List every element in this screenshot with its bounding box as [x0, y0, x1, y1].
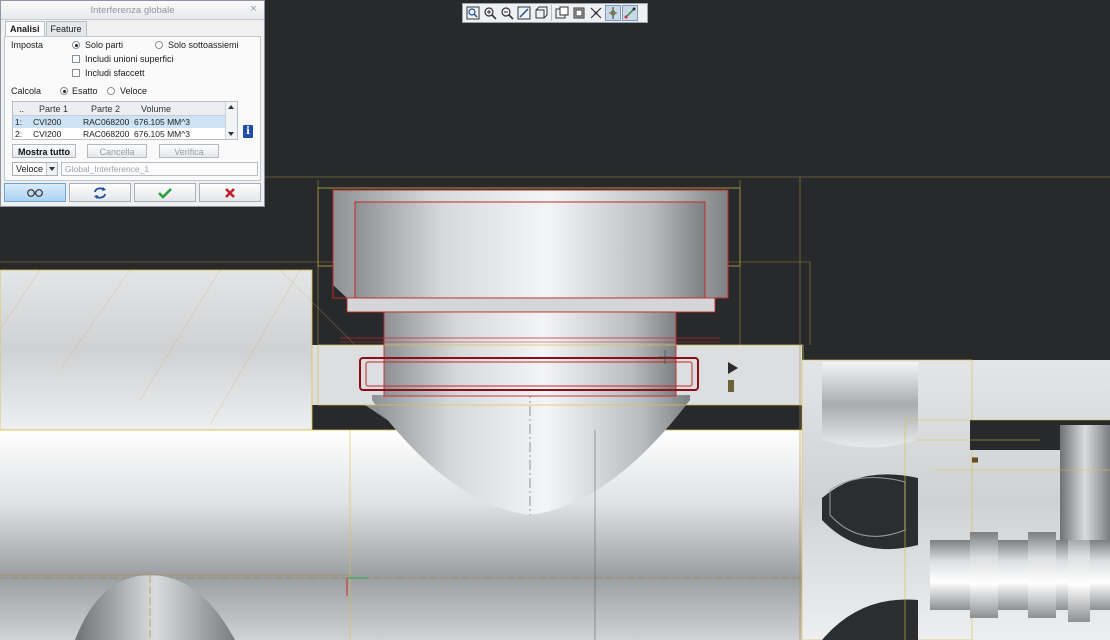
- radio-exact-label[interactable]: Esatto: [72, 86, 98, 96]
- analysis-name-field[interactable]: Global_Interference_1: [61, 162, 258, 176]
- dialog-action-bar: [4, 183, 261, 203]
- table-header: .. Parte 1 Parte 2 Volume: [13, 102, 227, 116]
- radio-subassemblies-only[interactable]: [155, 41, 163, 49]
- checkbox-facets-label[interactable]: Includi sfaccett: [85, 68, 145, 78]
- zoom-refit-icon[interactable]: [465, 5, 481, 21]
- radio-subassemblies-label[interactable]: Solo sottoassiemi: [168, 40, 239, 50]
- spin-center-icon[interactable]: [605, 5, 621, 21]
- compute-label: Calcola: [11, 86, 42, 96]
- mode-dropdown[interactable]: Veloce: [12, 162, 58, 176]
- radio-parts-only-label[interactable]: Solo parti: [85, 40, 123, 50]
- row-part2: RAC068200: [83, 117, 130, 127]
- clear-button[interactable]: Cancella: [87, 144, 147, 158]
- repeat-button[interactable]: [69, 183, 131, 202]
- row-index: 2:: [15, 129, 23, 139]
- preview-button[interactable]: [4, 183, 66, 202]
- ok-button[interactable]: [134, 183, 196, 202]
- show-all-button[interactable]: Mostra tutto: [12, 144, 76, 158]
- radio-quick[interactable]: [107, 87, 115, 95]
- zoom-out-icon[interactable]: [499, 5, 515, 21]
- close-icon[interactable]: ×: [248, 4, 259, 15]
- column-part2[interactable]: Parte 2: [91, 104, 120, 114]
- column-part1[interactable]: Parte 1: [39, 104, 68, 114]
- annotation-display-icon[interactable]: [622, 5, 638, 21]
- chevron-down-icon[interactable]: [46, 163, 57, 175]
- display-style-icon[interactable]: [571, 5, 587, 21]
- dialog-titlebar[interactable]: Interferenza globale ×: [1, 1, 264, 20]
- table-row[interactable]: 1: CVI200 RAC068200 676.105 MM^3: [13, 116, 227, 128]
- row-volume: 676.105 MM^3: [134, 117, 190, 127]
- dialog-tabs: Analisi Feature: [5, 21, 88, 37]
- right-housing: [801, 359, 1110, 640]
- view-toolbar: [462, 3, 648, 23]
- radio-exact[interactable]: [60, 87, 68, 95]
- scroll-up-icon[interactable]: [228, 105, 234, 109]
- refresh-icon: [94, 186, 106, 199]
- results-table: .. Parte 1 Parte 2 Volume 1: CVI200 RAC0…: [12, 101, 238, 140]
- verify-button[interactable]: Verifica: [159, 144, 219, 158]
- toolbar-separator: [551, 5, 552, 21]
- setup-label: Imposta: [11, 40, 44, 50]
- orient-icon[interactable]: [533, 5, 549, 21]
- table-row[interactable]: 2: CVI200 RAC068200 676.105 MM^3: [13, 128, 227, 139]
- mode-dropdown-value: Veloce: [16, 164, 44, 174]
- scroll-down-icon[interactable]: [228, 132, 234, 136]
- radio-parts-only[interactable]: [72, 41, 80, 49]
- tab-feature[interactable]: Feature: [45, 21, 87, 37]
- analysis-panel: Imposta Solo parti Solo sottoassiemi Inc…: [4, 36, 261, 181]
- checkbox-facets[interactable]: [72, 69, 80, 77]
- repaint-icon[interactable]: [516, 5, 532, 21]
- checkmark-icon: [158, 187, 172, 199]
- row-volume: 676.105 MM^3: [134, 129, 190, 139]
- cancel-button[interactable]: [199, 183, 261, 202]
- checkbox-surface-quilts[interactable]: [72, 55, 80, 63]
- zoom-in-icon[interactable]: [482, 5, 498, 21]
- glasses-icon: [27, 188, 43, 197]
- row-part1: CVI200: [33, 117, 62, 127]
- global-interference-dialog: Interferenza globale × Analisi Feature I…: [0, 0, 265, 207]
- tab-analisi[interactable]: Analisi: [5, 21, 45, 37]
- dialog-title: Interferenza globale: [90, 5, 175, 16]
- checkbox-surface-quilts-label[interactable]: Includi unioni superfici: [85, 54, 174, 64]
- row-index: 1:: [15, 117, 23, 127]
- column-volume[interactable]: Volume: [141, 104, 171, 114]
- saved-views-icon[interactable]: [554, 5, 570, 21]
- info-icon[interactable]: i: [243, 125, 253, 138]
- table-scrollbar[interactable]: [225, 102, 237, 139]
- fitting-part: [317, 187, 804, 406]
- row-part2: RAC068200: [83, 129, 130, 139]
- column-index[interactable]: ..: [19, 104, 24, 114]
- row-part1: CVI200: [33, 129, 62, 139]
- radio-quick-label[interactable]: Veloce: [120, 86, 147, 96]
- close-icon: [225, 187, 235, 198]
- datum-display-icon[interactable]: [588, 5, 604, 21]
